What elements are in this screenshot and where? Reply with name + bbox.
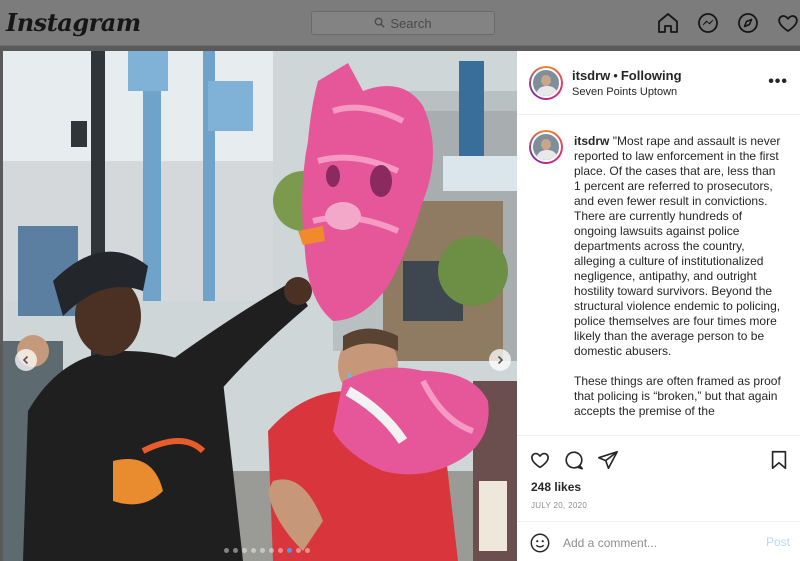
chevron-right-icon xyxy=(497,355,504,365)
search-icon xyxy=(374,16,385,31)
post-location[interactable]: Seven Points Uptown xyxy=(572,86,677,98)
slide-dot xyxy=(242,548,247,553)
post-comment-button[interactable]: Post xyxy=(766,535,790,549)
heart-icon[interactable] xyxy=(776,11,800,35)
instagram-logo[interactable]: Instagram xyxy=(6,8,141,37)
slide-dot xyxy=(296,548,301,553)
add-comment-bar: Post xyxy=(517,521,800,561)
slide-dot xyxy=(305,548,310,553)
avatar-image xyxy=(531,68,561,98)
caption-paragraph-1: "Most rape and assault is never reported… xyxy=(574,134,781,358)
caption-avatar-image xyxy=(531,132,561,162)
slide-dot xyxy=(278,548,283,553)
previous-slide-button[interactable] xyxy=(15,349,37,371)
post-panel: itsdrw • Following Seven Points Uptown •••… xyxy=(517,51,800,561)
slide-dot xyxy=(287,548,292,553)
home-icon[interactable] xyxy=(656,11,680,35)
post-header: itsdrw • Following Seven Points Uptown ••• xyxy=(517,51,800,115)
caption-username[interactable]: itsdrw xyxy=(574,134,609,148)
chevron-left-icon xyxy=(22,355,29,365)
slide-dot xyxy=(233,548,238,553)
likes-count[interactable]: 248 likes xyxy=(531,480,581,494)
post-photo[interactable] xyxy=(3,51,517,561)
comment-icon[interactable] xyxy=(563,449,585,471)
post-username-row: itsdrw • Following xyxy=(572,68,682,83)
comments-section[interactable]: itsdrw "Most rape and assault is never r… xyxy=(517,116,800,435)
next-slide-button[interactable] xyxy=(489,349,511,371)
post-image xyxy=(3,51,517,561)
nav-icons xyxy=(656,11,800,35)
top-nav: Instagram Search xyxy=(0,0,800,46)
emoji-icon[interactable] xyxy=(529,532,551,554)
explore-icon[interactable] xyxy=(736,11,760,35)
comment-input[interactable] xyxy=(563,533,743,553)
caption-avatar[interactable] xyxy=(529,130,563,164)
post-caption: itsdrw "Most rape and assault is never r… xyxy=(574,134,782,419)
search-box[interactable]: Search xyxy=(311,11,495,35)
more-options-icon[interactable]: ••• xyxy=(768,73,788,91)
avatar[interactable] xyxy=(529,66,563,100)
slide-dot xyxy=(251,548,256,553)
post-username[interactable]: itsdrw xyxy=(572,68,610,83)
share-icon[interactable] xyxy=(597,449,619,471)
slide-indicator xyxy=(224,548,310,553)
following-button[interactable]: Following xyxy=(621,68,682,83)
search-placeholder: Search xyxy=(390,15,432,31)
slide-dot xyxy=(260,548,265,553)
post-date[interactable]: JULY 20, 2020 xyxy=(531,501,587,510)
messenger-icon[interactable] xyxy=(696,11,720,35)
bookmark-icon[interactable] xyxy=(768,449,790,471)
post-actions: 248 likes JULY 20, 2020 xyxy=(517,435,800,521)
caption-paragraph-2: These things are often framed as proof t… xyxy=(574,374,781,418)
slide-dot xyxy=(269,548,274,553)
like-icon[interactable] xyxy=(529,449,551,471)
slide-dot xyxy=(224,548,229,553)
separator-dot: • xyxy=(613,68,618,83)
